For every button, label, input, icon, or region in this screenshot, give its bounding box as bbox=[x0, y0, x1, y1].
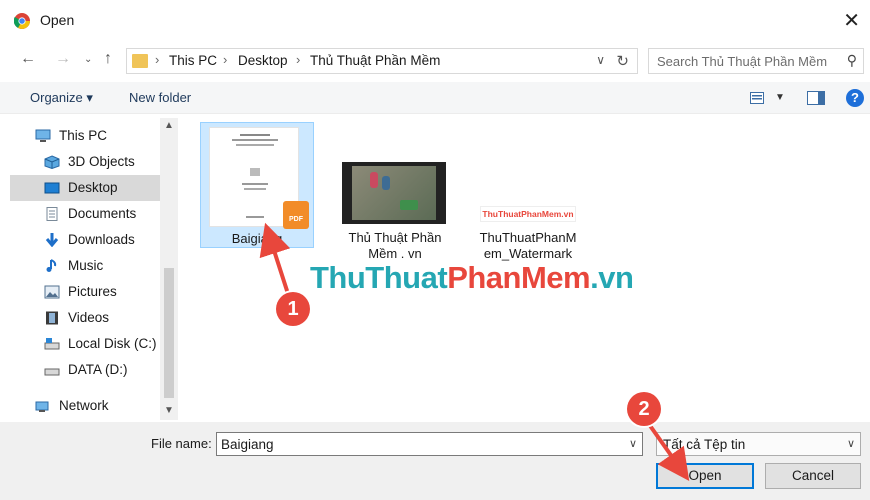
annotation-badge-1: 1 bbox=[276, 292, 310, 326]
annotation-badge-2: 2 bbox=[627, 392, 661, 426]
annotation-arrow-2 bbox=[644, 418, 690, 482]
annotation-arrow-1 bbox=[259, 222, 292, 301]
annotation-arrows bbox=[259, 222, 690, 482]
